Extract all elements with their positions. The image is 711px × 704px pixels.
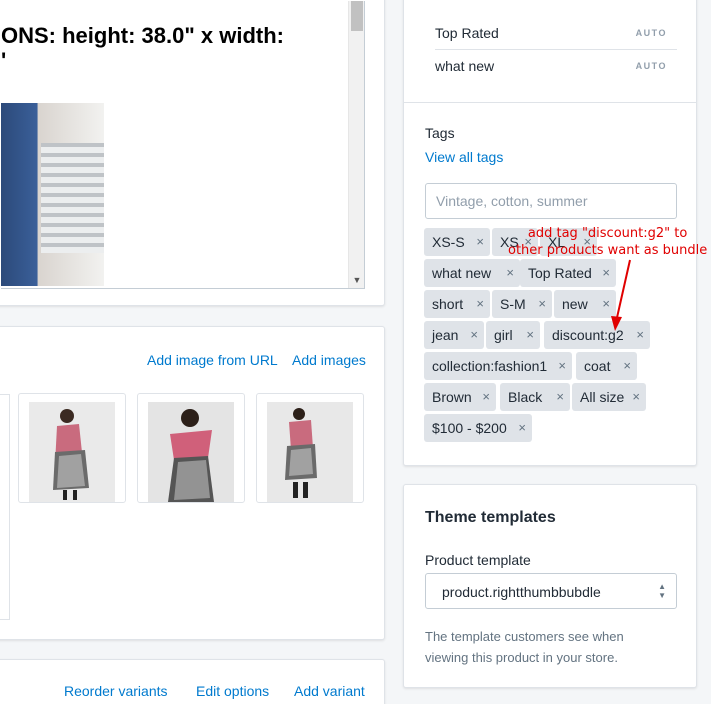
tag-chip[interactable]: All size × (572, 383, 646, 411)
tag-chip[interactable]: Black × (500, 383, 570, 411)
tag-chip[interactable]: girl × (486, 321, 540, 349)
tag-label: Brown (432, 389, 472, 405)
remove-tag-icon[interactable]: × (636, 321, 644, 349)
tag-label: short (432, 296, 464, 312)
remove-tag-icon[interactable]: × (506, 259, 514, 287)
image-thumbnail[interactable] (137, 393, 245, 503)
annotation-note: add tag "discount:g2" to other products … (508, 225, 707, 259)
template-help-text: The template customers see when viewing … (425, 626, 624, 668)
product-image (148, 402, 234, 502)
tag-chip[interactable]: Brown × (424, 383, 496, 411)
collection-row[interactable]: what new AUTO (435, 50, 677, 83)
tag-label: coat (584, 358, 611, 374)
product-image (29, 402, 115, 502)
annotation-line: other products want as bundle (508, 243, 708, 258)
collection-name: what new (435, 58, 495, 74)
selected-template: product.rightthumbbubdle (442, 584, 601, 600)
tag-label: Top Rated (528, 265, 592, 281)
remove-tag-icon[interactable]: × (538, 290, 546, 318)
scrollbar-thumb[interactable] (351, 1, 363, 31)
scroll-down-arrow-icon[interactable]: ▼ (349, 275, 364, 285)
help-line: viewing this product in your store. (425, 650, 618, 665)
add-variant-link[interactable]: Add variant (294, 683, 365, 699)
collection-name: Top Rated (435, 25, 499, 41)
tag-label: XS-S (432, 234, 465, 250)
tag-chip[interactable]: short × (424, 290, 490, 318)
tag-chip[interactable]: coat × (576, 352, 637, 380)
tag-label: what new (432, 265, 492, 281)
tag-chip[interactable]: XS-S × (424, 228, 490, 256)
remove-tag-icon[interactable]: × (556, 383, 564, 411)
tag-label: collection:fashion1 (432, 358, 548, 374)
collection-row[interactable]: Top Rated AUTO (435, 17, 677, 50)
image-thumbnail[interactable] (256, 393, 364, 503)
description-photo (1, 103, 104, 286)
image-thumbnail[interactable] (18, 393, 126, 503)
description-heading: ONS: height: 38.0" x width: (1, 23, 285, 48)
tags-title: Tags (425, 125, 455, 141)
remove-tag-icon[interactable]: × (632, 383, 640, 411)
product-template-label: Product template (425, 552, 531, 568)
tag-chip[interactable]: S-M × (492, 290, 552, 318)
tag-label: new (562, 296, 588, 312)
remove-tag-icon[interactable]: × (476, 228, 484, 256)
auto-badge: AUTO (635, 28, 667, 38)
tag-chip[interactable]: jean × (424, 321, 484, 349)
reorder-variants-link[interactable]: Reorder variants (64, 683, 168, 699)
section-divider (404, 102, 696, 103)
tag-label: $100 - $200 (432, 420, 507, 436)
description-heading-continued: ' (1, 48, 7, 73)
variants-card: Reorder variants Edit options Add varian… (0, 659, 385, 704)
remove-tag-icon[interactable]: × (476, 290, 484, 318)
add-image-from-url-link[interactable]: Add image from URL (147, 352, 278, 368)
auto-badge: AUTO (635, 61, 667, 71)
description-card: ONS: height: 38.0" x width: ' ▼ (0, 0, 385, 306)
product-image (267, 402, 353, 502)
theme-templates-title: Theme templates (425, 509, 556, 526)
remove-tag-icon[interactable]: × (623, 352, 631, 380)
tag-label: All size (580, 389, 625, 405)
remove-tag-icon[interactable]: × (518, 414, 526, 442)
editor-scrollbar[interactable]: ▼ (348, 1, 364, 288)
annotation-arrow-icon (611, 259, 631, 331)
select-arrows-icon: ▲ ▼ (658, 582, 666, 600)
tag-label: jean (432, 327, 459, 343)
remove-tag-icon[interactable]: × (558, 352, 566, 380)
tag-chip[interactable]: $100 - $200 × (424, 414, 532, 442)
tag-label: girl (494, 327, 513, 343)
image-thumbnail-partial[interactable] (0, 394, 10, 620)
remove-tag-icon[interactable]: × (526, 321, 534, 349)
description-editor[interactable]: ONS: height: 38.0" x width: ' ▼ (1, 1, 365, 289)
tag-label: Black (508, 389, 543, 405)
theme-templates-card: Theme templates Product template product… (403, 484, 697, 688)
annotation-line: add tag "discount:g2" to (527, 226, 688, 241)
view-all-tags-link[interactable]: View all tags (425, 149, 503, 165)
stair-railing (41, 143, 104, 253)
tag-chip[interactable]: Top Rated × (520, 259, 616, 287)
add-images-link[interactable]: Add images (292, 352, 366, 368)
tags-input[interactable] (426, 184, 676, 218)
tag-chip[interactable]: collection:fashion1 × (424, 352, 572, 380)
remove-tag-icon[interactable]: × (482, 383, 490, 411)
tags-input-field[interactable] (425, 183, 677, 219)
remove-tag-icon[interactable]: × (470, 321, 478, 349)
edit-options-link[interactable]: Edit options (196, 683, 269, 699)
tag-chip[interactable]: what new × (424, 259, 520, 287)
tag-label: S-M (500, 296, 526, 312)
product-template-select[interactable]: product.rightthumbbubdle ▲ ▼ (425, 573, 677, 609)
help-line: The template customers see when (425, 629, 624, 644)
